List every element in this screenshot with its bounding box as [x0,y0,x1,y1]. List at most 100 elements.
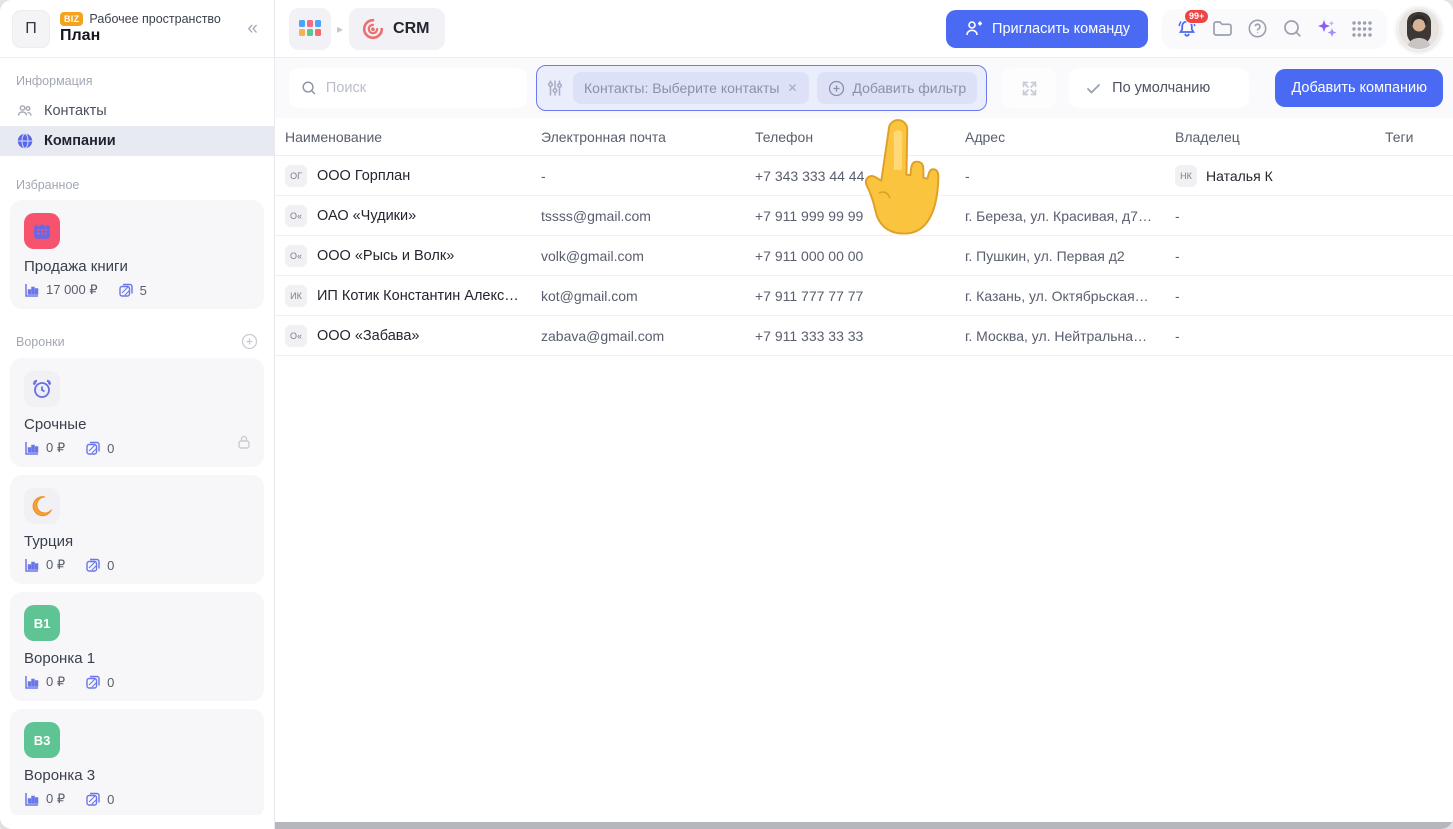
sidebar-item-companies[interactable]: Компании [0,126,274,156]
notifications-bell-icon[interactable]: 99+ [1174,16,1200,42]
company-address: г. Москва, ул. Нейтральна… [965,328,1175,344]
company-address: - [965,168,1175,184]
user-avatar[interactable] [1397,7,1441,51]
company-name: ООО Горплан [317,168,410,184]
column-header-tags[interactable]: Теги [1385,129,1453,145]
company-name: ИП Котик Константин Алекс… [317,288,519,304]
company-email: kot@gmail.com [541,288,755,304]
funnel-amount: 17 000 ₽ [46,282,98,298]
company-owner: - [1175,288,1385,304]
companies-table: Наименование Электронная почта Телефон А… [275,118,1453,829]
table-row[interactable]: О«ООО «Рысь и Волк» volk@gmail.com +7 91… [275,236,1453,276]
funnel-stats: 0 ₽ 0 [24,791,250,807]
sidebar-collapse-icon[interactable]: « [243,18,262,40]
workspace-avatar[interactable]: П [12,10,50,48]
help-icon[interactable] [1244,16,1270,42]
sidebar-bottom-fade [0,815,273,829]
folder-icon[interactable] [1209,16,1235,42]
company-owner: - [1175,248,1385,264]
column-header-phone[interactable]: Телефон [755,129,965,145]
funnel-deals-count: 0 [107,792,114,807]
companies-globe-icon [16,132,34,150]
funnel-amount: 0 ₽ [46,440,65,456]
table-row[interactable]: О«ОАО «Чудики» tssss@gmail.com +7 911 99… [275,196,1453,236]
column-header-address[interactable]: Адрес [965,129,1175,145]
workspace-name: План [60,27,243,45]
breadcrumb-arrow-icon: ▸ [337,22,343,36]
contacts-people-icon [16,102,34,120]
crm-logo-icon [361,17,385,41]
deals-cards-icon [85,791,101,807]
funnel-stats: 0 ₽ 0 [24,557,250,573]
horizontal-scrollbar[interactable] [275,822,1453,829]
table-row[interactable]: ОГООО Горплан - +7 343 333 44 44 - НКНат… [275,156,1453,196]
company-address: г. Казань, ул. Октябрьская… [965,288,1175,304]
sidebar-scroll-area: Информация Контакты [0,58,274,829]
table-row[interactable]: О«ООО «Забава» zabava@gmail.com +7 911 3… [275,316,1453,356]
add-filter-label: Добавить фильтр [853,80,967,96]
funnel-stats: 17 000 ₽ 5 [24,282,250,298]
company-owner: - [1175,328,1385,344]
funnel-deals-count: 0 [107,558,114,573]
add-company-label: Добавить компанию [1291,80,1427,96]
company-phone: +7 911 777 77 77 [755,288,965,304]
funnel-title: Воронка 3 [24,767,250,784]
topbar-icon-tray: 99+ [1162,9,1387,49]
search-input[interactable] [326,80,515,96]
app-window: П BIZ Рабочее пространство План « Информ… [0,0,1453,829]
global-search-icon[interactable] [1279,16,1305,42]
active-filters-group: Контакты: Выберите контакты ✕ Добавить ф… [536,65,987,111]
add-funnel-icon[interactable] [241,333,258,350]
favorite-funnel-card[interactable]: Продажа книги 17 000 ₽ 5 [10,200,264,309]
remove-filter-icon[interactable]: ✕ [787,81,797,95]
funnel-card-urgent[interactable]: Срочные 0 ₽ 0 [10,358,264,467]
funnel-card-turkey[interactable]: Турция 0 ₽ 0 [10,475,264,584]
ai-sparkles-icon[interactable] [1314,16,1340,42]
company-owner: - [1175,208,1385,224]
expand-fullscreen-icon[interactable] [1002,68,1056,108]
table-row[interactable]: ИКИП Котик Константин Алекс… kot@gmail.c… [275,276,1453,316]
funnel-deals-count: 0 [107,441,114,456]
funnel-title: Турция [24,533,250,550]
search-box[interactable] [289,68,527,108]
company-name: ОАО «Чудики» [317,208,416,224]
revenue-chart-icon [24,674,40,690]
column-header-email[interactable]: Электронная почта [541,129,755,145]
add-company-button[interactable]: Добавить компанию [1275,69,1443,107]
sidebar-item-contacts[interactable]: Контакты [0,96,274,126]
revenue-chart-icon [24,557,40,573]
revenue-chart-icon [24,791,40,807]
workspace-initial: П [25,20,37,38]
apps-grid-icon[interactable] [289,8,331,50]
main-area: ▸ CRM Пригласить команду [275,0,1453,829]
search-icon [301,79,317,97]
tab-crm[interactable]: CRM [349,8,445,50]
workspace-header: П BIZ Рабочее пространство План « [0,0,274,58]
funnel-title: Продажа книги [24,258,250,275]
workspace-meta: BIZ Рабочее пространство План [60,12,243,45]
column-header-owner[interactable]: Владелец [1175,129,1385,145]
deals-cards-icon [118,282,134,298]
company-owner: Наталья К [1206,168,1273,184]
invite-team-button[interactable]: Пригласить команду [946,10,1148,48]
funnel-amount: 0 ₽ [46,557,65,573]
sort-default-button[interactable]: По умолчанию [1069,68,1249,108]
company-name: ООО «Рысь и Волк» [317,248,454,264]
topbar-right: Пригласить команду 99+ [946,7,1441,51]
notifications-count-badge: 99+ [1184,9,1209,24]
column-header-name[interactable]: Наименование [285,129,541,145]
funnel-card-1[interactable]: В1 Воронка 1 0 ₽ 0 [10,592,264,701]
check-icon [1085,80,1102,97]
company-email: volk@gmail.com [541,248,755,264]
revenue-chart-icon [24,282,40,298]
calendar-icon [24,213,60,249]
section-funnels-title: Воронки [0,317,274,358]
add-filter-chip[interactable]: Добавить фильтр [817,72,978,104]
sort-default-label: По умолчанию [1112,80,1210,96]
biz-plan-badge: BIZ [60,12,83,26]
contacts-filter-chip[interactable]: Контакты: Выберите контакты ✕ [573,72,809,104]
plus-circle-icon [828,80,845,97]
dots-grid-icon[interactable] [1349,16,1375,42]
funnel-card-3[interactable]: В3 Воронка 3 0 ₽ 0 [10,709,264,818]
company-phone: +7 911 333 33 33 [755,328,965,344]
